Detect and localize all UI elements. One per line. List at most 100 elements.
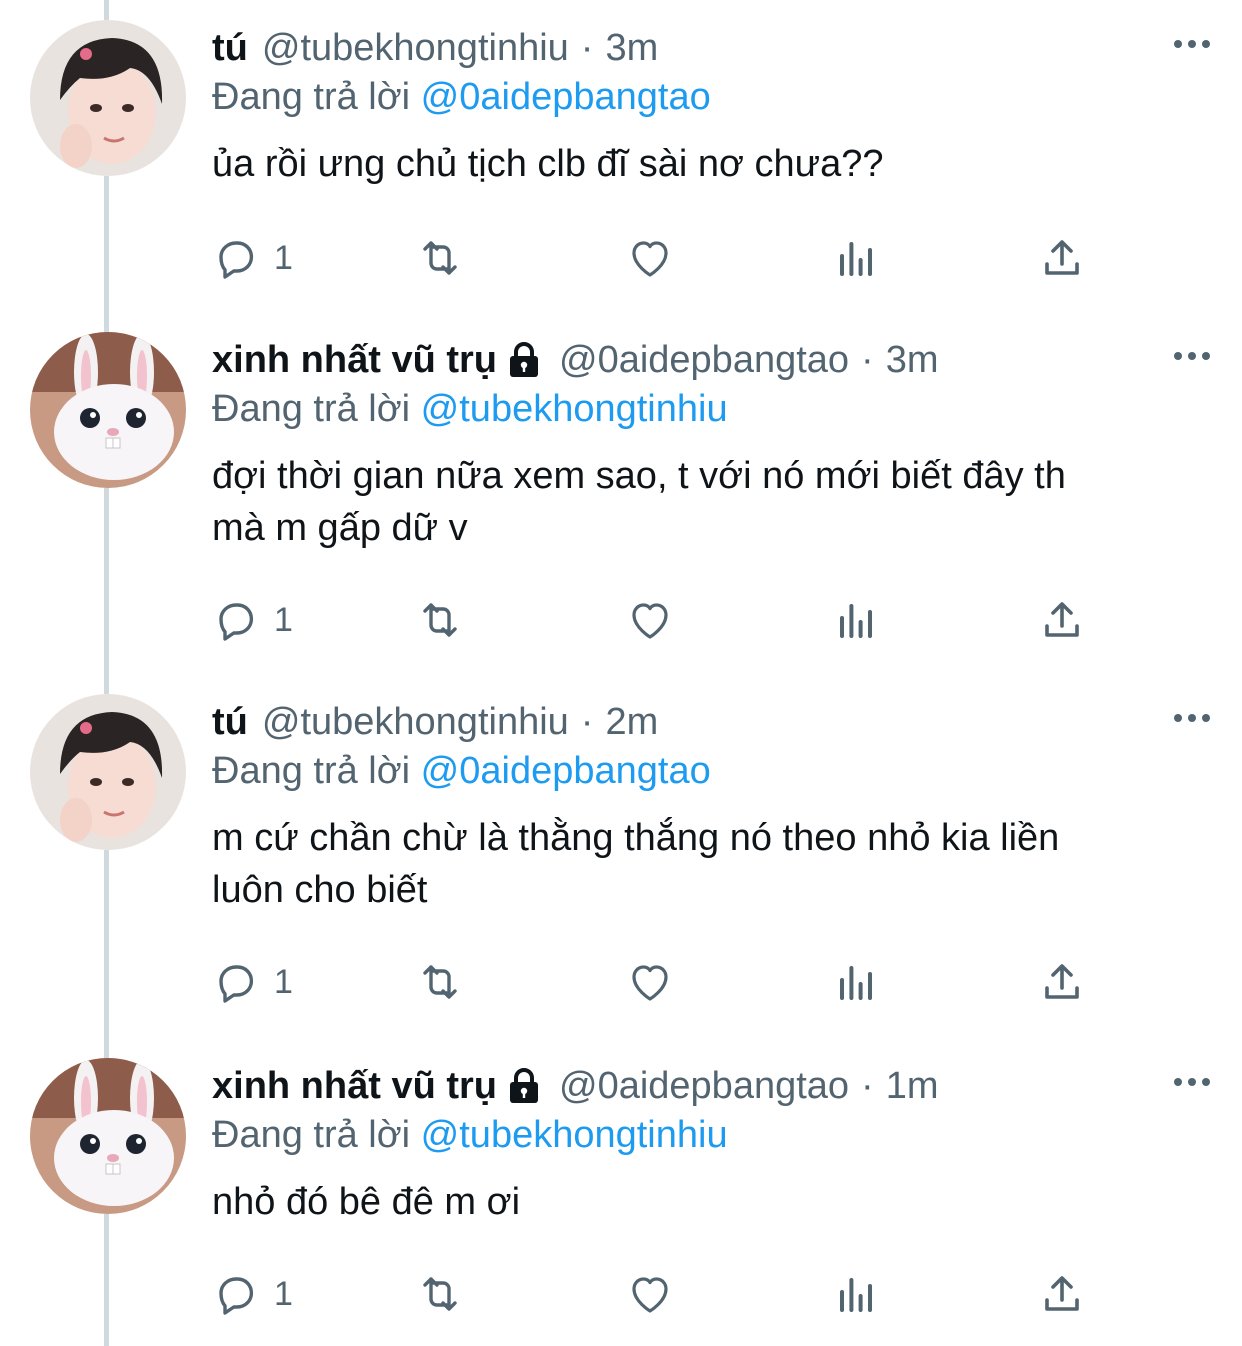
tweet-text: m cứ chần chừ là thằng thắng nó theo nhỏ… (212, 812, 1212, 916)
retweet-icon (423, 1277, 457, 1311)
tweet[interactable]: xinh nhất vũ trụ @0aidepbangtao · 3m Đan… (0, 332, 1242, 692)
display-name[interactable]: xinh nhất vũ trụ (212, 1065, 497, 1108)
replying-to-link[interactable]: @0aidepbangtao (421, 76, 711, 118)
username[interactable]: @0aidepbangtao (559, 1065, 849, 1108)
display-name[interactable]: tú (212, 27, 248, 70)
retweet-button[interactable] (416, 228, 464, 288)
separator-dot: · (861, 1064, 874, 1107)
share-icon (1045, 602, 1079, 637)
reply-count: 1 (274, 600, 293, 639)
tweet-text-line: đợi thời gian nữa xem sao, t với nó mới … (212, 455, 1066, 497)
lock-icon (510, 1068, 538, 1103)
share-button[interactable] (1038, 228, 1086, 288)
reply-button[interactable]: 1 (212, 952, 293, 1012)
reply-count: 1 (274, 1274, 293, 1313)
separator-dot: · (580, 26, 594, 69)
reply-count: 1 (274, 238, 293, 277)
reply-button[interactable]: 1 (212, 1264, 293, 1324)
tweet-text: ủa rồi ưng chủ tịch clb đĩ sài nơ chưa?? (212, 138, 1212, 190)
username[interactable]: @tubekhongtinhiu (262, 701, 569, 744)
like-button[interactable] (626, 952, 674, 1012)
separator-dot: · (580, 700, 594, 743)
replying-to-label: Đang trả lời (212, 76, 411, 118)
reply-icon (219, 965, 254, 1003)
tweet-header: xinh nhất vũ trụ @0aidepbangtao · 3m (212, 332, 939, 388)
heart-icon (632, 241, 668, 277)
tweet-text-line: luôn cho biết (212, 869, 428, 911)
reply-button[interactable]: 1 (212, 228, 293, 288)
replying-to-link[interactable]: @tubekhongtinhiu (421, 388, 728, 430)
username[interactable]: @0aidepbangtao (559, 339, 849, 382)
retweet-button[interactable] (416, 1264, 464, 1324)
more-options-icon[interactable] (1172, 32, 1212, 56)
share-button[interactable] (1038, 590, 1086, 650)
person-avatar-image (30, 20, 186, 176)
tweet-actions: 1 (212, 1264, 1212, 1324)
display-name[interactable]: tú (212, 701, 248, 744)
share-button[interactable] (1038, 1264, 1086, 1324)
bunny-avatar-image (30, 1058, 186, 1214)
tweet-text-line: mà m gấp dữ v (212, 507, 468, 549)
replying-to-link[interactable]: @tubekhongtinhiu (421, 1114, 728, 1156)
retweet-icon (423, 603, 457, 637)
tweet-text-line: m cứ chần chừ là thằng thắng nó theo nhỏ… (212, 817, 1060, 859)
tweet-header: xinh nhất vũ trụ @0aidepbangtao · 1m (212, 1058, 939, 1114)
analytics-button[interactable] (832, 228, 880, 288)
share-icon (1045, 240, 1079, 275)
reply-count: 1 (274, 962, 293, 1001)
reply-icon (219, 241, 254, 279)
analytics-icon (840, 966, 872, 1000)
separator-dot: · (861, 338, 874, 381)
more-options-icon[interactable] (1172, 344, 1212, 368)
tweet-text: đợi thời gian nữa xem sao, t với nó mới … (212, 450, 1212, 554)
timestamp[interactable]: 2m (605, 701, 658, 744)
replying-to-link[interactable]: @0aidepbangtao (421, 750, 711, 792)
avatar[interactable] (30, 332, 186, 488)
username[interactable]: @tubekhongtinhiu (262, 27, 569, 70)
heart-icon (632, 603, 668, 639)
avatar[interactable] (30, 694, 186, 850)
more-options-icon[interactable] (1172, 1070, 1212, 1094)
tweet[interactable]: xinh nhất vũ trụ @0aidepbangtao · 1m Đan… (0, 1058, 1242, 1346)
tweet[interactable]: tú @tubekhongtinhiu · 3m Đang trả lời @0… (0, 20, 1242, 340)
tweet-header: tú @tubekhongtinhiu · 3m (212, 20, 658, 76)
replying-to-line: Đang trả lời @0aidepbangtao (212, 76, 711, 119)
avatar[interactable] (30, 1058, 186, 1214)
person-avatar-image (30, 694, 186, 850)
timestamp[interactable]: 3m (605, 27, 658, 70)
analytics-icon (840, 1278, 872, 1312)
tweet[interactable]: tú @tubekhongtinhiu · 2m Đang trả lời @0… (0, 694, 1242, 1054)
replying-to-line: Đang trả lời @tubekhongtinhiu (212, 1114, 728, 1157)
tweet-text-line: nhỏ đó bê đê m ơi (212, 1181, 521, 1223)
heart-icon (632, 1277, 668, 1313)
lock-icon (510, 342, 538, 377)
retweet-button[interactable] (416, 590, 464, 650)
like-button[interactable] (626, 590, 674, 650)
share-button[interactable] (1038, 952, 1086, 1012)
avatar[interactable] (30, 20, 186, 176)
replying-to-label: Đang trả lời (212, 750, 411, 792)
analytics-button[interactable] (832, 1264, 880, 1324)
replying-to-line: Đang trả lời @tubekhongtinhiu (212, 388, 728, 431)
like-button[interactable] (626, 228, 674, 288)
reply-button[interactable]: 1 (212, 590, 293, 650)
analytics-button[interactable] (832, 590, 880, 650)
like-button[interactable] (626, 1264, 674, 1324)
retweet-button[interactable] (416, 952, 464, 1012)
replying-to-label: Đang trả lời (212, 388, 411, 430)
timestamp[interactable]: 3m (886, 339, 939, 382)
tweet-actions: 1 (212, 228, 1212, 288)
tweet-header: tú @tubekhongtinhiu · 2m (212, 694, 658, 750)
tweet-actions: 1 (212, 590, 1212, 650)
display-name[interactable]: xinh nhất vũ trụ (212, 339, 497, 382)
retweet-icon (423, 965, 457, 999)
tweet-text: nhỏ đó bê đê m ơi (212, 1176, 1212, 1228)
heart-icon (632, 965, 668, 1001)
tweet-text-line: ủa rồi ưng chủ tịch clb đĩ sài nơ chưa?? (212, 143, 884, 185)
analytics-button[interactable] (832, 952, 880, 1012)
more-options-icon[interactable] (1172, 706, 1212, 730)
reply-icon (219, 603, 254, 641)
replying-to-label: Đang trả lời (212, 1114, 411, 1156)
share-icon (1045, 964, 1079, 999)
timestamp[interactable]: 1m (886, 1065, 939, 1108)
